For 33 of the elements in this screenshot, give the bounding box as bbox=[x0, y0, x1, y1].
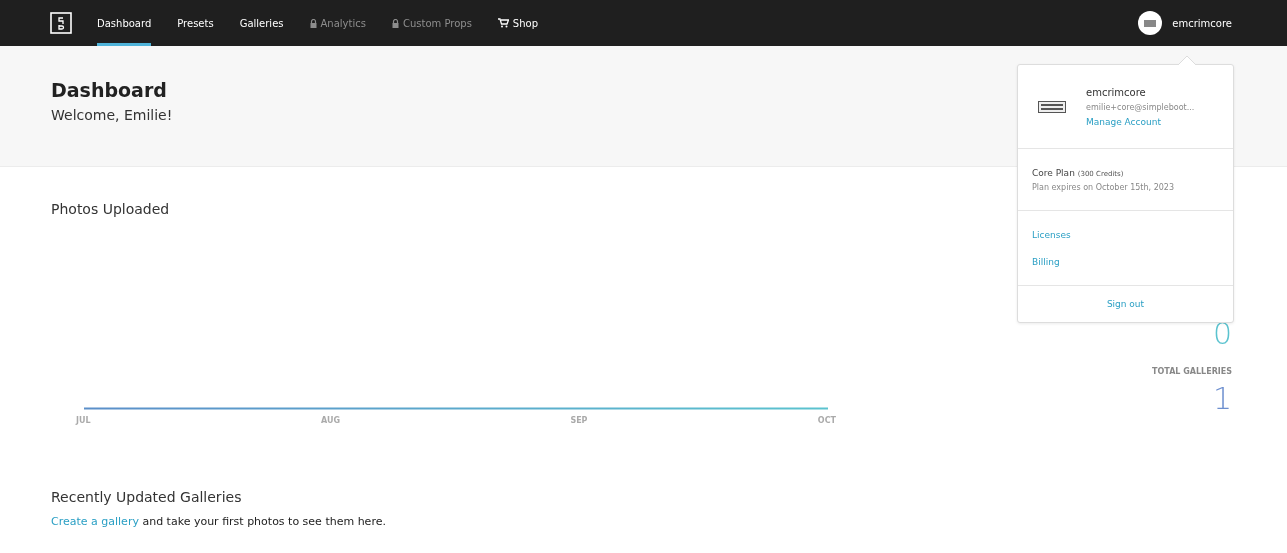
cart-icon bbox=[497, 18, 509, 28]
stat-value: 0 bbox=[1212, 317, 1232, 351]
nav-tab[interactable]: Presets bbox=[177, 0, 214, 46]
lock-icon bbox=[391, 18, 399, 28]
nav-tab[interactable]: Galleries bbox=[239, 0, 284, 46]
plan-expiry: Plan expires on October 15th, 2023 bbox=[1032, 182, 1176, 192]
nav-tab[interactable]: Shop bbox=[497, 0, 538, 46]
account-email: emilie+core@simpleboot... bbox=[1086, 102, 1195, 112]
page-title: Dashboard bbox=[51, 79, 167, 101]
empty-state-text: Create a gallery and take your first photos to see them here. bbox=[51, 515, 387, 528]
user-menu-link[interactable]: emcrimcore bbox=[1172, 17, 1232, 29]
welcome-text: Welcome, Emilie! bbox=[51, 107, 173, 123]
section-title: Recently Updated Galleries bbox=[51, 489, 243, 505]
plan-name: Core Plan bbox=[1032, 167, 1075, 178]
stat-label: TOTAL GALLERIES bbox=[1152, 367, 1232, 376]
nav-tab[interactable]: Analytics bbox=[309, 0, 366, 46]
axis-label: OCT bbox=[817, 416, 836, 425]
create-gallery-link[interactable]: Create a gallery bbox=[51, 515, 139, 528]
logo-icon[interactable] bbox=[50, 12, 72, 34]
axis-label: JUL bbox=[76, 416, 91, 425]
brand-logo-icon bbox=[1038, 100, 1066, 113]
axis-label: SEP bbox=[570, 416, 588, 425]
account-username: emcrimcore bbox=[1086, 86, 1147, 98]
stat-value: 1 bbox=[1212, 382, 1232, 416]
axis-label: AUG bbox=[320, 416, 340, 425]
nav-tab[interactable]: Custom Props bbox=[391, 0, 472, 46]
avatar-icon[interactable] bbox=[1138, 11, 1163, 35]
lock-icon bbox=[309, 18, 317, 28]
menu-link[interactable]: Licenses bbox=[1032, 229, 1219, 240]
sign-out-link[interactable]: Sign out bbox=[1106, 299, 1145, 309]
section-title: Photos Uploaded bbox=[51, 201, 171, 217]
manage-account-link[interactable]: Manage Account bbox=[1086, 116, 1195, 127]
menu-link[interactable]: Billing bbox=[1032, 256, 1219, 267]
